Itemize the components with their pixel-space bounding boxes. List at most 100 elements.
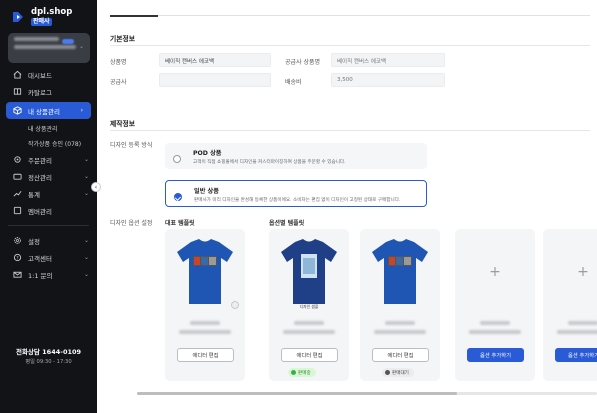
pod-option-title: POD 상품 bbox=[193, 150, 222, 157]
chevron-down-icon: ⌄ bbox=[83, 190, 89, 197]
sidebar-item-label: 주문관리 bbox=[28, 156, 52, 165]
tab-underline bbox=[110, 15, 590, 16]
sidebar-item-stats[interactable]: 통계 ⌄ bbox=[0, 185, 97, 202]
supplier-product-label: 공급사 상품명 bbox=[285, 59, 321, 66]
chevron-down-icon: ⌄ bbox=[83, 173, 89, 180]
tshirt-image[interactable] bbox=[360, 229, 440, 314]
product-name-field[interactable]: 베이직 캔버스 에코백 bbox=[159, 53, 271, 67]
sidebar-item-inquiry[interactable]: 1:1 문의 ⌄ bbox=[0, 266, 97, 283]
option-template-label: 옵션별 템플릿 bbox=[269, 220, 305, 227]
template-card-representative: 에디터 편집 bbox=[165, 229, 245, 381]
status-label: 판매중 bbox=[298, 370, 311, 376]
brand-logo[interactable]: dpl.shop 판매사 bbox=[10, 8, 72, 26]
brand-badge: 판매사 bbox=[31, 17, 52, 26]
help-icon: ? bbox=[13, 253, 22, 262]
editor-edit-button[interactable]: 에디터 편집 bbox=[372, 348, 429, 362]
sidebar-divider bbox=[8, 225, 89, 226]
template-info-blurred bbox=[555, 321, 597, 339]
mail-icon bbox=[13, 270, 22, 279]
status-badge-pending[interactable]: 판매대기 bbox=[382, 368, 414, 377]
sidebar-subitem-artist-approval[interactable]: 작가상품 승인 (078) bbox=[0, 136, 97, 151]
status-dot bbox=[291, 370, 296, 375]
design-caption: 디자인 샘플 bbox=[299, 304, 319, 309]
settings-icon bbox=[13, 236, 22, 245]
box-icon bbox=[13, 106, 22, 115]
cs-hours: 평일 09:30 - 17:30 bbox=[25, 359, 72, 365]
editor-edit-button[interactable]: 에디터 편집 bbox=[177, 348, 234, 362]
chevron-down-icon: ⌄ bbox=[83, 254, 89, 261]
supplier-label: 공급사 bbox=[110, 79, 127, 86]
customer-service-info: 전화상담 1644-0109 평일 09:30 - 17:30 bbox=[0, 346, 97, 365]
pod-option-desc: 고객이 직접 쇼핑몰에서 디자인을 커스터마이징하여 상품을 주문할 수 있습니… bbox=[193, 160, 346, 165]
status-label: 판매대기 bbox=[392, 370, 409, 376]
user-badge bbox=[62, 39, 74, 44]
plus-icon[interactable]: + bbox=[455, 229, 535, 314]
sidebar-subitem-my-products[interactable]: 내 상품관리 bbox=[0, 121, 97, 136]
sidebar-item-label: 대시보드 bbox=[28, 71, 52, 80]
editor-edit-button[interactable]: 에디터 편집 bbox=[281, 348, 338, 362]
pod-radio[interactable] bbox=[173, 155, 181, 163]
sidebar-item-members[interactable]: 멤버관리 bbox=[0, 202, 97, 219]
chevron-down-icon: ⌄ bbox=[83, 156, 89, 163]
app-window: dpl.shop 판매사 ⌄ 대시보드 카탈로그 내 상품관리 › 내 상품관리… bbox=[0, 0, 597, 413]
sidebar-item-support[interactable]: ? 고객센터 ⌄ bbox=[0, 249, 97, 266]
add-option-button[interactable]: 옵션 추가하기 bbox=[467, 348, 524, 362]
status-dot bbox=[385, 370, 390, 375]
design-method-label: 디자인 등록 방식 bbox=[110, 142, 153, 149]
gear-icon[interactable] bbox=[231, 301, 239, 309]
normal-option-title: 일반 상품 bbox=[194, 188, 219, 195]
sidebar-item-label: 정산관리 bbox=[28, 173, 52, 182]
main-content: 기본정보 상품명 베이직 캔버스 에코백 공급사 상품명 베이직 캔버스 에코백… bbox=[97, 0, 597, 413]
brand-name: dpl.shop bbox=[31, 7, 73, 17]
sidebar-item-label: 멤버관리 bbox=[28, 207, 52, 216]
supplier-product-field: 베이직 캔버스 에코백 bbox=[331, 53, 445, 67]
horizontal-scrollbar-thumb[interactable] bbox=[137, 392, 457, 395]
sidebar-item-my-products[interactable]: 내 상품관리 › bbox=[6, 102, 91, 119]
template-info-blurred bbox=[467, 321, 523, 339]
wallet-icon bbox=[13, 172, 22, 181]
shipping-field: 3,500 bbox=[331, 73, 445, 87]
gear-icon bbox=[13, 155, 22, 164]
chevron-down-icon: ⌄ bbox=[83, 271, 89, 278]
section-divider bbox=[110, 45, 590, 46]
user-email-blurred bbox=[14, 45, 76, 49]
normal-radio[interactable] bbox=[174, 193, 182, 201]
supplier-field bbox=[159, 73, 271, 87]
add-option-button[interactable]: 옵션 추가하기 bbox=[555, 348, 597, 362]
sidebar-item-label: 설정 bbox=[28, 237, 40, 246]
sidebar-item-label: 카탈로그 bbox=[28, 88, 52, 97]
home-icon bbox=[13, 70, 22, 79]
normal-option-desc: 판매사가 미리 디자인을 완성해 등록한 상품이에요. 소비자는 편집 없이 디… bbox=[194, 198, 401, 203]
tshirt-image[interactable] bbox=[269, 229, 349, 314]
tab-active-indicator bbox=[110, 15, 158, 17]
sidebar-item-settlement[interactable]: 정산관리 ⌄ bbox=[0, 168, 97, 185]
status-badge-on-sale[interactable]: 판매중 bbox=[288, 368, 316, 377]
basic-info-title: 기본정보 bbox=[110, 35, 136, 43]
user-account-card[interactable]: ⌄ bbox=[8, 33, 90, 63]
shipping-label: 배송비 bbox=[285, 79, 302, 86]
sidebar-collapse-button[interactable]: ‹ bbox=[91, 182, 101, 192]
chevron-down-icon: ⌄ bbox=[83, 237, 89, 244]
chart-icon bbox=[13, 189, 22, 198]
sidebar-item-orders[interactable]: 주문관리 ⌄ bbox=[0, 151, 97, 168]
cs-phone: 전화상담 1644-0109 bbox=[15, 348, 82, 356]
sidebar-item-dashboard[interactable]: 대시보드 bbox=[0, 66, 97, 83]
sidebar-item-label: 통계 bbox=[28, 190, 40, 199]
product-name-label: 상품명 bbox=[110, 59, 127, 66]
normal-option-card[interactable]: 일반 상품 판매사가 미리 디자인을 완성해 등록한 상품이에요. 소비자는 편… bbox=[165, 180, 427, 207]
template-card-add-2: + 옵션 추가하기 bbox=[543, 229, 597, 381]
pod-option-card[interactable]: POD 상품 고객이 직접 쇼핑몰에서 디자인을 커스터마이징하여 상품을 주문… bbox=[165, 143, 427, 169]
sidebar-item-label: 내 상품관리 bbox=[28, 107, 60, 116]
template-card-option-2: 에디터 편집 bbox=[360, 229, 440, 381]
template-card-option-1: 디자인 샘플 에디터 편집 bbox=[269, 229, 349, 381]
sidebar-item-label: 1:1 문의 bbox=[28, 271, 53, 280]
chevron-down-icon: ⌄ bbox=[78, 43, 84, 50]
plus-icon[interactable]: + bbox=[543, 229, 597, 314]
user-name-blurred bbox=[14, 37, 59, 41]
template-card-add-1: + 옵션 추가하기 bbox=[455, 229, 535, 381]
template-info-blurred bbox=[177, 321, 233, 339]
sidebar-item-catalog[interactable]: 카탈로그 bbox=[0, 83, 97, 100]
book-icon bbox=[13, 87, 22, 96]
production-info-title: 제작정보 bbox=[110, 120, 136, 128]
sidebar-item-settings[interactable]: 설정 ⌄ bbox=[0, 232, 97, 249]
